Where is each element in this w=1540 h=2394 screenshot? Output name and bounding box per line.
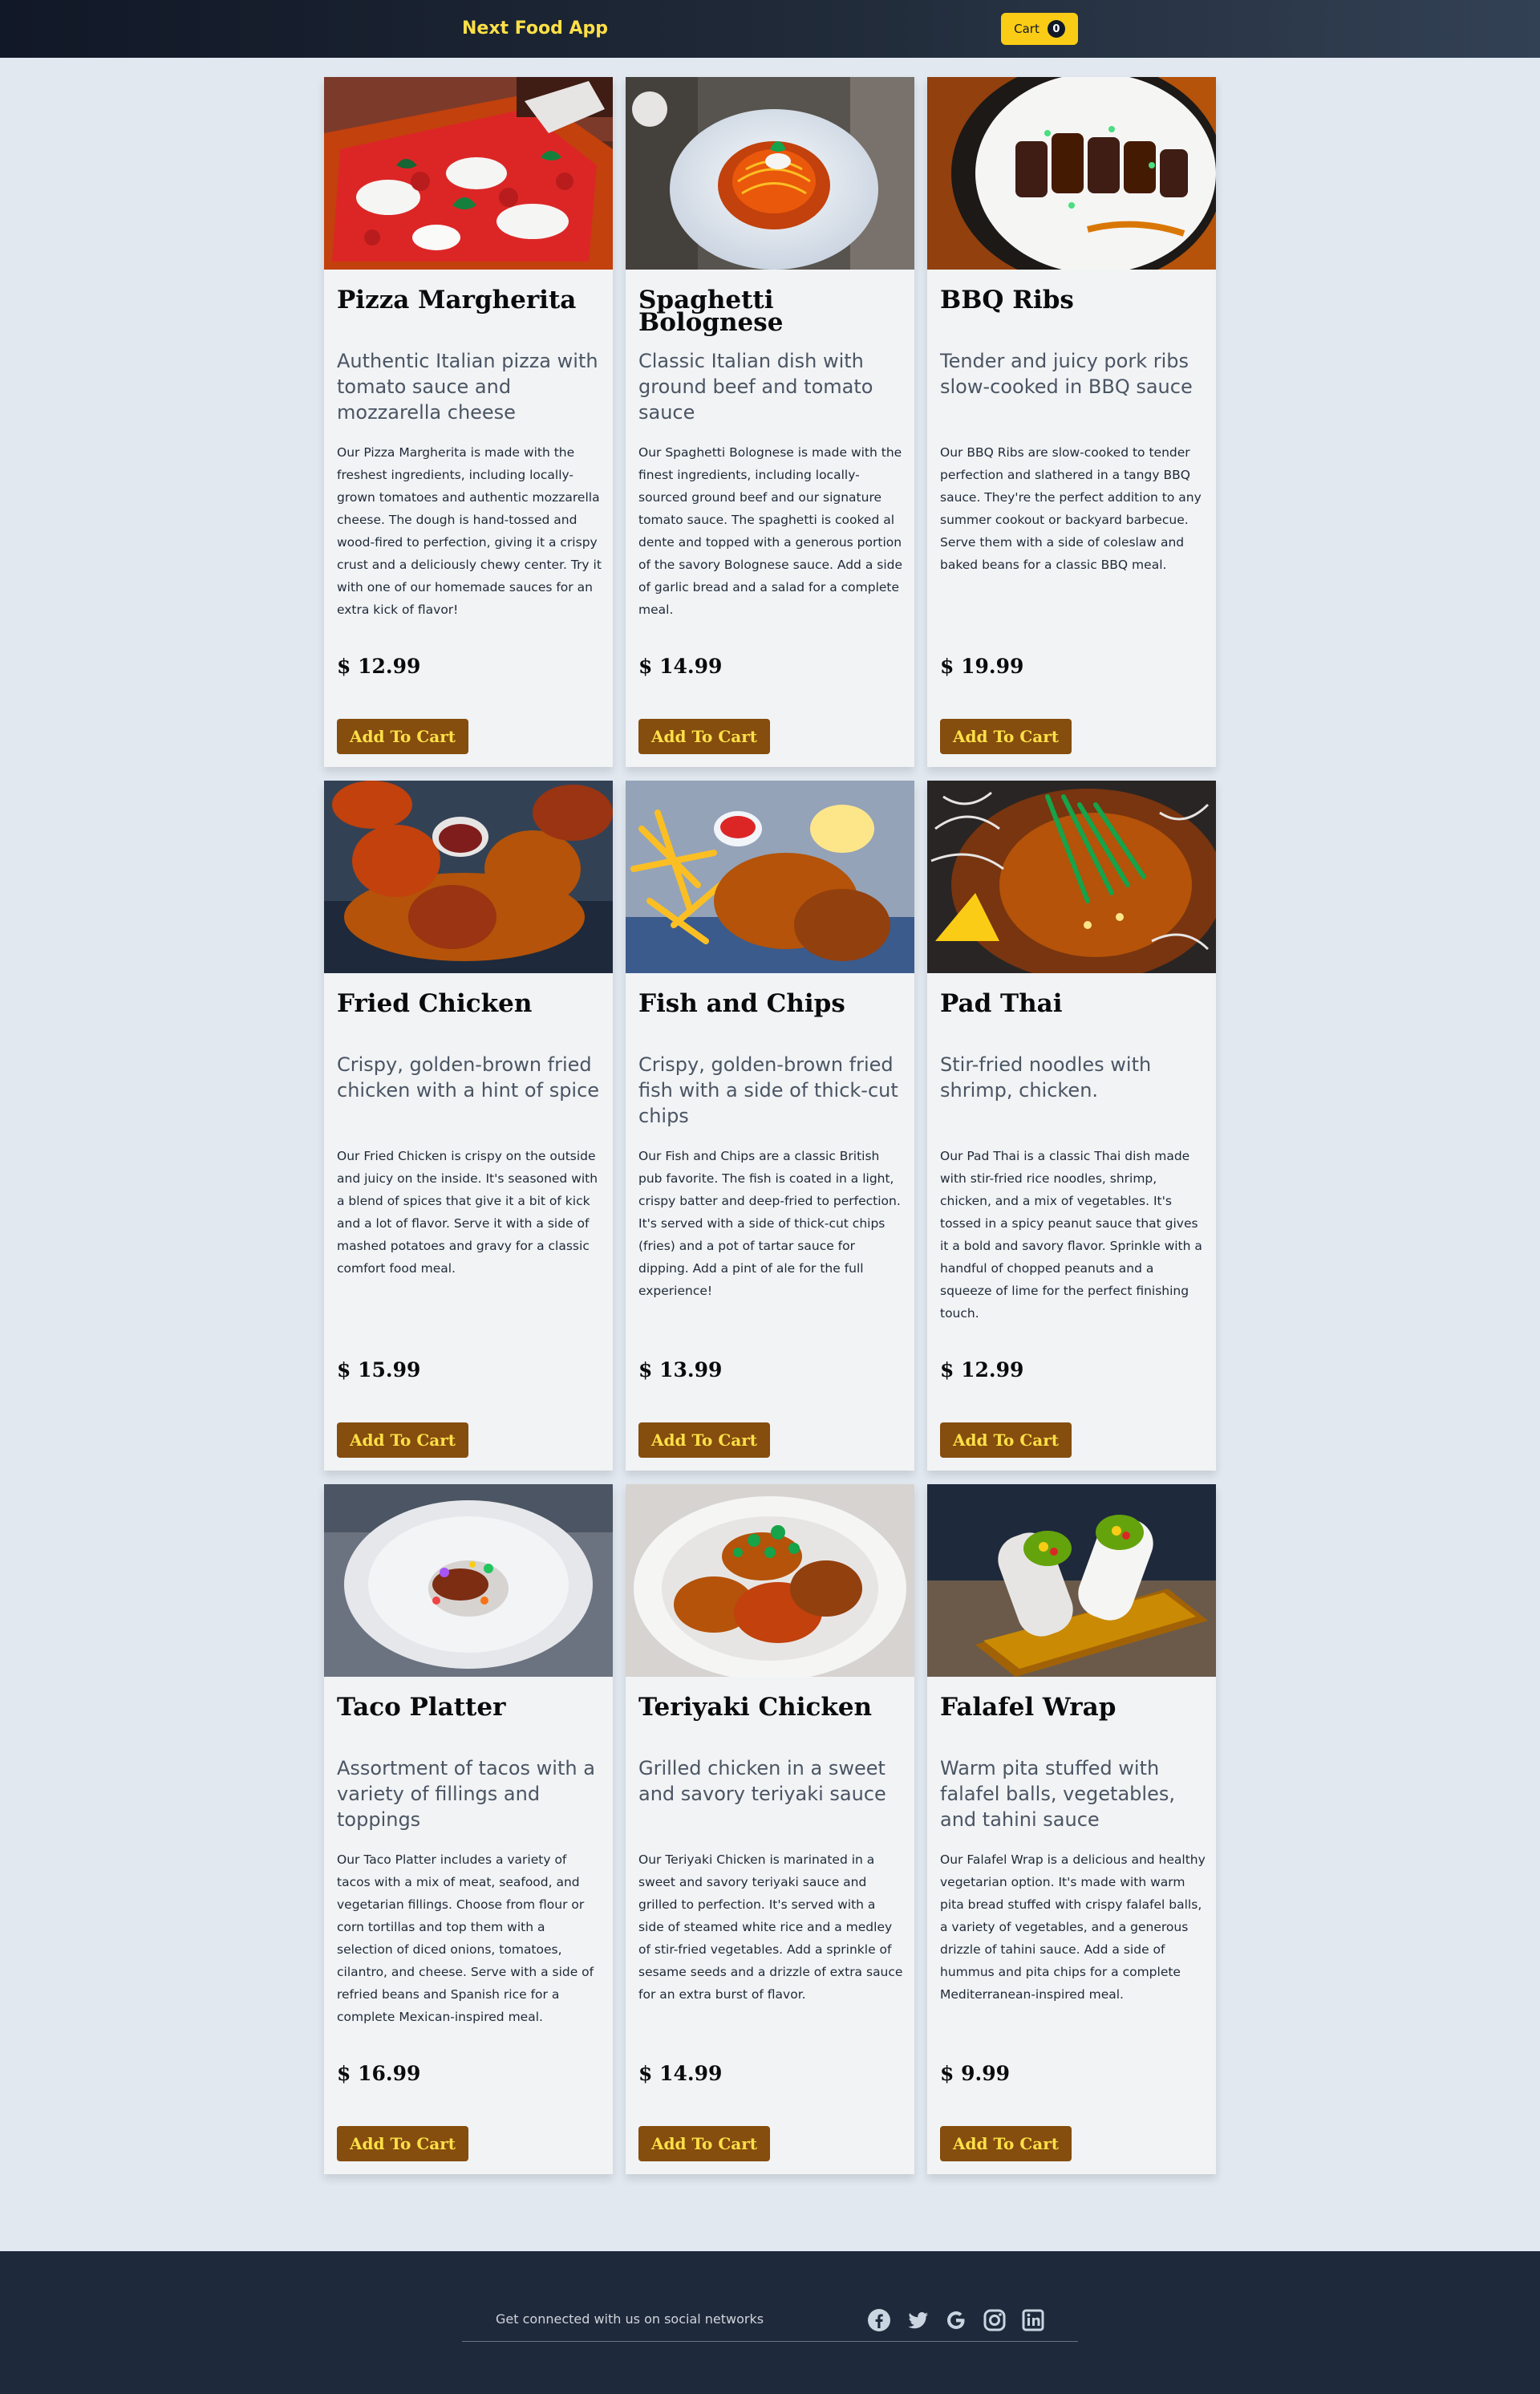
cart-label: Cart xyxy=(1014,22,1040,36)
product-subtitle: Crispy, golden-brown fried chicken with … xyxy=(337,1053,600,1102)
product-title: Fish and Chips xyxy=(638,989,845,1018)
add-to-cart-button[interactable]: Add To Cart xyxy=(337,2126,468,2161)
product-description: Our Teriyaki Chicken is marinated in a s… xyxy=(638,1852,903,2002)
product-image-falafel-wrap xyxy=(927,1484,1216,1677)
product-subtitle: Classic Italian dish with ground beef an… xyxy=(638,350,873,424)
linkedin-icon[interactable] xyxy=(1020,2307,1046,2333)
add-to-cart-button[interactable]: Add To Cart xyxy=(638,1422,770,1458)
footer: Get connected with us on social networks xyxy=(0,2251,1540,2394)
product-card: Pad Thai Stir-fried noodles with shrimp,… xyxy=(927,781,1216,1471)
product-card: Teriyaki Chicken Grilled chicken in a sw… xyxy=(626,1484,914,2174)
product-subtitle: Authentic Italian pizza with tomato sauc… xyxy=(337,350,598,424)
product-description: Our Spaghetti Bolognese is made with the… xyxy=(638,445,903,617)
product-price: $ 15.99 xyxy=(337,1358,421,1382)
product-description: Our Taco Platter includes a variety of t… xyxy=(337,1852,594,2024)
product-description: Our Fish and Chips are a classic British… xyxy=(638,1149,901,1298)
product-description: Our Fried Chicken is crispy on the outsi… xyxy=(337,1149,598,1276)
product-card: Spaghetti Bolognese Classic Italian dish… xyxy=(626,77,914,767)
product-image-pizza-margherita xyxy=(324,77,613,270)
product-title: Pad Thai xyxy=(940,989,1063,1018)
add-to-cart-button[interactable]: Add To Cart xyxy=(638,719,770,754)
product-subtitle: Assortment of tacos with a variety of fi… xyxy=(337,1757,595,1831)
product-grid: Pizza Margherita Authentic Italian pizza… xyxy=(324,77,1216,2174)
product-subtitle: Stir-fried noodles with shrimp, chicken. xyxy=(940,1053,1152,1102)
product-image-bbq-ribs xyxy=(927,77,1216,270)
product-title: Spaghetti Bolognese xyxy=(638,286,784,337)
product-image-fish-and-chips xyxy=(626,781,914,973)
footer-social-text: Get connected with us on social networks xyxy=(496,2311,764,2327)
product-title: Pizza Margherita xyxy=(337,286,577,314)
product-card: BBQ Ribs Tender and juicy pork ribs slow… xyxy=(927,77,1216,767)
top-navbar: Next Food App Cart 0 xyxy=(0,0,1540,58)
product-subtitle: Crispy, golden-brown fried fish with a s… xyxy=(638,1053,898,1127)
product-image-fried-chicken xyxy=(324,781,613,973)
product-price: $ 14.99 xyxy=(638,2062,723,2085)
product-price: $ 16.99 xyxy=(337,2062,421,2085)
add-to-cart-button[interactable]: Add To Cart xyxy=(940,2126,1072,2161)
product-image-taco-platter xyxy=(324,1484,613,1677)
product-title: BBQ Ribs xyxy=(940,286,1074,314)
product-card: Falafel Wrap Warm pita stuffed with fala… xyxy=(927,1484,1216,2174)
add-to-cart-button[interactable]: Add To Cart xyxy=(337,1422,468,1458)
instagram-icon[interactable] xyxy=(982,2307,1007,2333)
product-price: $ 14.99 xyxy=(638,655,723,678)
product-card: Fish and Chips Crispy, golden-brown frie… xyxy=(626,781,914,1471)
brand-logo[interactable]: Next Food App xyxy=(462,16,608,42)
cart-button[interactable]: Cart 0 xyxy=(1001,13,1078,45)
product-title: Taco Platter xyxy=(337,1693,506,1722)
product-card: Pizza Margherita Authentic Italian pizza… xyxy=(324,77,613,767)
product-card: Taco Platter Assortment of tacos with a … xyxy=(324,1484,613,2174)
product-price: $ 12.99 xyxy=(940,1358,1024,1382)
product-description: Our Falafel Wrap is a delicious and heal… xyxy=(940,1852,1206,2002)
product-price: $ 19.99 xyxy=(940,655,1024,678)
product-subtitle: Warm pita stuffed with falafel balls, ve… xyxy=(940,1757,1175,1831)
product-price: $ 9.99 xyxy=(940,2062,1010,2085)
product-price: $ 13.99 xyxy=(638,1358,723,1382)
product-price: $ 12.99 xyxy=(337,655,421,678)
cart-count-badge: 0 xyxy=(1047,20,1065,38)
product-description: Our Pad Thai is a classic Thai dish made… xyxy=(940,1149,1202,1321)
product-image-spaghetti-bolognese xyxy=(626,77,914,270)
product-card: Fried Chicken Crispy, golden-brown fried… xyxy=(324,781,613,1471)
product-title: Teriyaki Chicken xyxy=(638,1693,873,1722)
add-to-cart-button[interactable]: Add To Cart xyxy=(337,719,468,754)
product-image-pad-thai xyxy=(927,781,1216,973)
social-links xyxy=(866,2307,1046,2333)
product-subtitle: Grilled chicken in a sweet and savory te… xyxy=(638,1757,886,1805)
footer-divider xyxy=(462,2341,1078,2342)
product-title: Falafel Wrap xyxy=(940,1693,1116,1722)
product-title: Fried Chicken xyxy=(337,989,533,1018)
add-to-cart-button[interactable]: Add To Cart xyxy=(940,719,1072,754)
product-image-teriyaki-chicken xyxy=(626,1484,914,1677)
google-icon[interactable] xyxy=(943,2307,969,2333)
product-description: Our Pizza Margherita is made with the fr… xyxy=(337,445,602,617)
add-to-cart-button[interactable]: Add To Cart xyxy=(940,1422,1072,1458)
product-subtitle: Tender and juicy pork ribs slow-cooked i… xyxy=(940,350,1193,398)
twitter-icon[interactable] xyxy=(905,2307,930,2333)
add-to-cart-button[interactable]: Add To Cart xyxy=(638,2126,770,2161)
product-description: Our BBQ Ribs are slow-cooked to tender p… xyxy=(940,445,1202,572)
facebook-icon[interactable] xyxy=(866,2307,892,2333)
